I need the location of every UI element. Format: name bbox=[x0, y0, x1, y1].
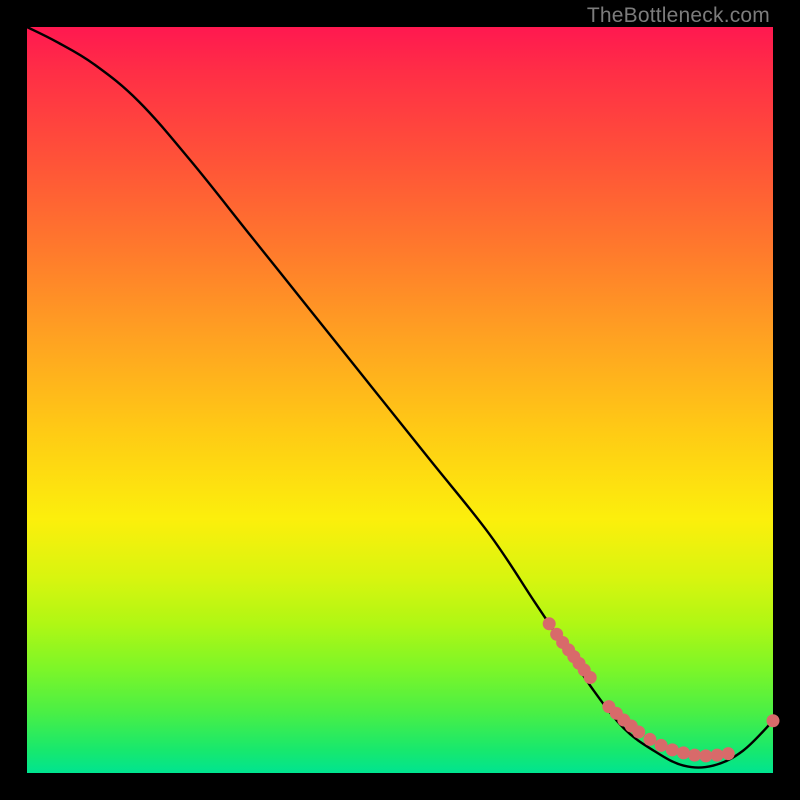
data-point bbox=[643, 733, 656, 746]
data-point bbox=[711, 749, 724, 762]
data-point bbox=[655, 739, 668, 752]
data-point bbox=[543, 617, 556, 630]
data-point bbox=[677, 746, 690, 759]
chart-overlay bbox=[27, 27, 773, 773]
data-points bbox=[543, 617, 780, 762]
data-point bbox=[699, 749, 712, 762]
data-point bbox=[632, 725, 645, 738]
watermark-text: TheBottleneck.com bbox=[587, 4, 770, 28]
data-point bbox=[688, 749, 701, 762]
chart-frame: TheBottleneck.com bbox=[0, 0, 800, 800]
data-point bbox=[722, 747, 735, 760]
data-point bbox=[584, 671, 597, 684]
data-point bbox=[666, 743, 679, 756]
curve-line bbox=[27, 27, 773, 768]
data-point bbox=[767, 714, 780, 727]
